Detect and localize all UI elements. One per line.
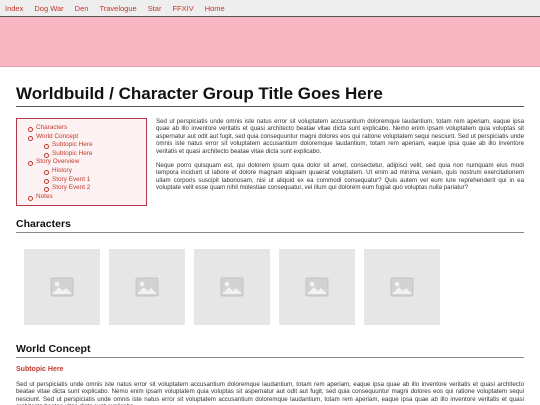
toc-sublist: History Story Event 1 Story Event 2 <box>41 167 146 193</box>
world-concept-paragraph: Sed ut perspiciatis unde omnis iste natu… <box>16 381 524 405</box>
nav-link-dog-war[interactable]: Dog War <box>34 0 63 17</box>
nav-link-ffxiv[interactable]: FFXIV <box>172 0 193 17</box>
intro-text: Sed ut perspiciatis unde omnis iste natu… <box>156 118 524 206</box>
character-thumbnail[interactable] <box>24 249 100 325</box>
page-title: Worldbuild / Character Group Title Goes … <box>16 84 524 107</box>
toc-item-label: World Concept <box>36 132 79 140</box>
nav-link-star[interactable]: Star <box>148 0 162 17</box>
toc-list: Characters World Concept Subtopic Here S… <box>25 124 146 201</box>
table-of-contents: Characters World Concept Subtopic Here S… <box>16 118 147 206</box>
toc-item-story-event-2[interactable]: Story Event 2 <box>41 184 146 193</box>
character-thumbnail[interactable] <box>279 249 355 325</box>
toc-item-story-overview[interactable]: Story Overview History Story Event 1 Sto… <box>25 158 146 192</box>
intro-section: Characters World Concept Subtopic Here S… <box>16 118 524 206</box>
character-thumbnail[interactable] <box>109 249 185 325</box>
subtopic-heading: Subtopic Here <box>16 366 64 373</box>
toc-item-characters[interactable]: Characters <box>25 124 146 133</box>
character-gallery <box>16 249 524 325</box>
world-concept-heading: World Concept <box>16 343 524 358</box>
nav-link-den[interactable]: Den <box>75 0 89 17</box>
toc-item-subtopic-2[interactable]: Subtopic Here <box>41 150 146 159</box>
image-placeholder-icon <box>50 277 74 297</box>
toc-sublist: Subtopic Here Subtopic Here <box>41 141 146 158</box>
header-banner <box>0 17 540 67</box>
characters-heading: Characters <box>16 218 524 233</box>
nav-link-index[interactable]: Index <box>5 0 23 17</box>
toc-item-notes[interactable]: Notes <box>25 193 146 202</box>
toc-item-history[interactable]: History <box>41 167 146 176</box>
nav-link-travelogue[interactable]: Travelogue <box>99 0 136 17</box>
toc-item-subtopic-1[interactable]: Subtopic Here <box>41 141 146 150</box>
image-placeholder-icon <box>220 277 244 297</box>
top-nav: Index Dog War Den Travelogue Star FFXIV … <box>0 0 540 17</box>
intro-paragraph-1: Sed ut perspiciatis unde omnis iste natu… <box>156 118 524 155</box>
image-placeholder-icon <box>305 277 329 297</box>
character-thumbnail[interactable] <box>194 249 270 325</box>
image-placeholder-icon <box>390 277 414 297</box>
nav-link-home[interactable]: Home <box>205 0 225 17</box>
character-thumbnail[interactable] <box>364 249 440 325</box>
intro-paragraph-2: Neque porro quisquam est, qui dolorem ip… <box>156 162 524 192</box>
toc-item-label: Story Overview <box>36 158 80 166</box>
toc-item-story-event-1[interactable]: Story Event 1 <box>41 176 146 185</box>
toc-item-world-concept[interactable]: World Concept Subtopic Here Subtopic Her… <box>25 133 146 159</box>
image-placeholder-icon <box>135 277 159 297</box>
main-content: Worldbuild / Character Group Title Goes … <box>0 84 540 405</box>
